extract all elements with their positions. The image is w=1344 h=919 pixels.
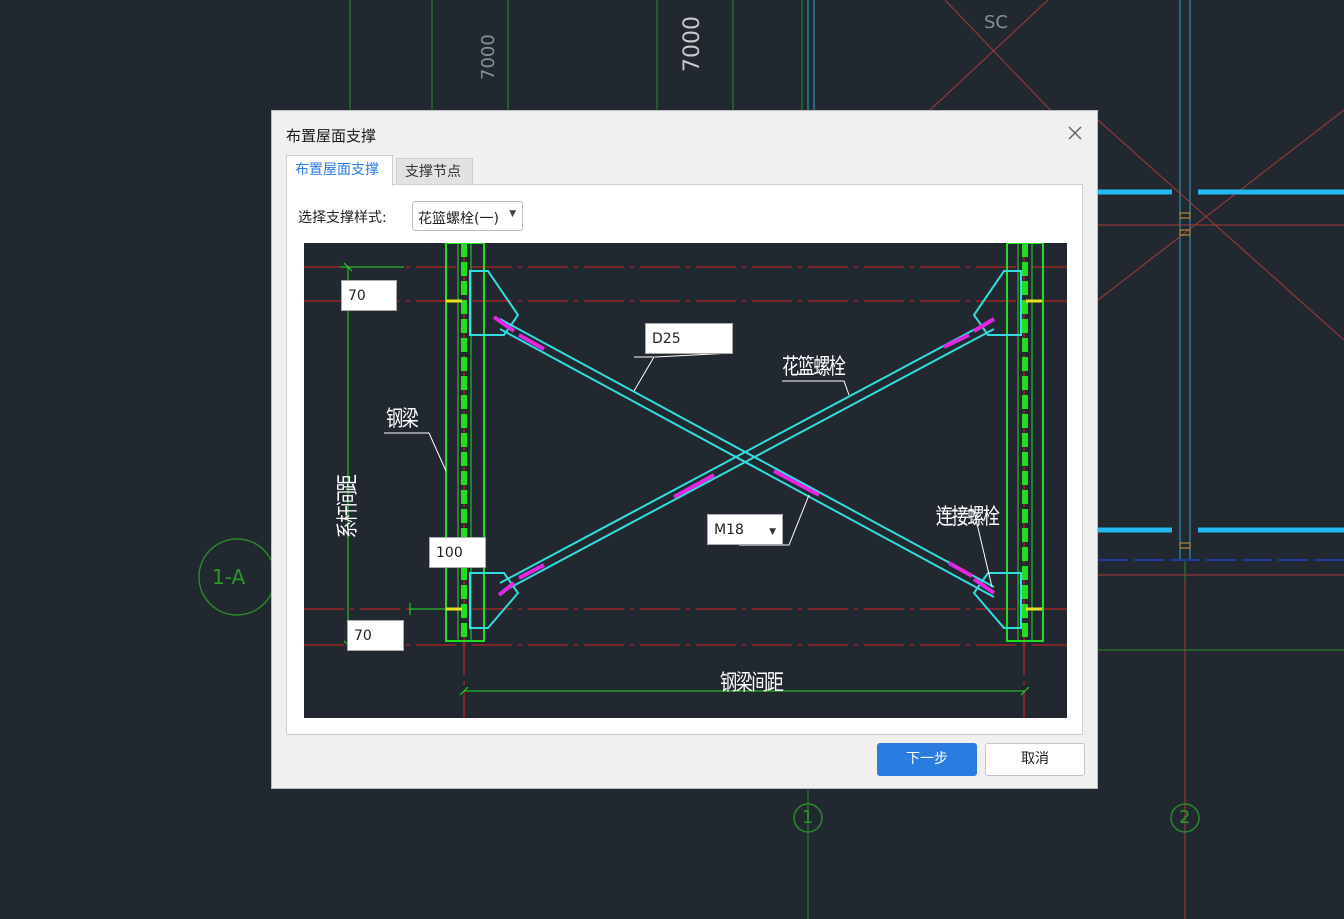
- label-steel-beam: 钢梁: [386, 407, 419, 432]
- next-button[interactable]: 下一步: [877, 743, 977, 776]
- roof-bracing-dialog: 布置屋面支撑 布置屋面支撑 支撑节点 选择支撑样式: 花篮螺栓(一) ▼ 70 …: [271, 110, 1098, 789]
- section-label: SC: [984, 12, 1008, 33]
- tab-panel: 选择支撑样式: 花篮螺栓(一) ▼ 70 D25 100 70 M18 ▼ 钢梁…: [286, 184, 1083, 735]
- dimension-label: 7000: [680, 16, 705, 72]
- tab-roof-bracing[interactable]: 布置屋面支撑: [286, 155, 393, 186]
- bracing-diagram: [304, 243, 1067, 718]
- chevron-down-icon: ▼: [509, 209, 516, 219]
- bottom-edge-input[interactable]: 100: [429, 537, 486, 568]
- chevron-down-icon: ▼: [769, 527, 776, 537]
- rod-size-input[interactable]: D25: [645, 323, 733, 354]
- style-label: 选择支撑样式:: [298, 210, 387, 226]
- axis-label: 1-A: [212, 565, 246, 589]
- bolt-size-value: M18: [714, 522, 744, 538]
- style-dropdown[interactable]: 花篮螺栓(一) ▼: [412, 201, 523, 231]
- bolt-size-dropdown[interactable]: M18 ▼: [707, 514, 783, 545]
- axis-label: 2: [1179, 807, 1191, 828]
- style-value: 花篮螺栓(一): [418, 211, 499, 227]
- cancel-button[interactable]: 取消: [985, 743, 1085, 776]
- dialog-title: 布置屋面支撑: [286, 127, 377, 145]
- dimension-label: 7000: [478, 34, 499, 80]
- bottom-offset-input[interactable]: 70: [347, 620, 404, 651]
- tab-bracing-node[interactable]: 支撑节点: [396, 158, 473, 184]
- label-tie-spacing: 系杆间距: [336, 475, 362, 539]
- bracing-preview: 70 D25 100 70 M18 ▼ 钢梁 系杆间距 花篮螺栓 连接螺栓 钢梁…: [304, 243, 1067, 718]
- top-offset-input[interactable]: 70: [341, 280, 397, 311]
- close-icon[interactable]: [1065, 123, 1085, 143]
- label-beam-spacing: 钢梁间距: [720, 671, 784, 696]
- axis-label: 1: [802, 807, 814, 828]
- label-turnbuckle: 花篮螺栓: [782, 355, 846, 380]
- label-connecting-bolt: 连接螺栓: [936, 505, 1000, 530]
